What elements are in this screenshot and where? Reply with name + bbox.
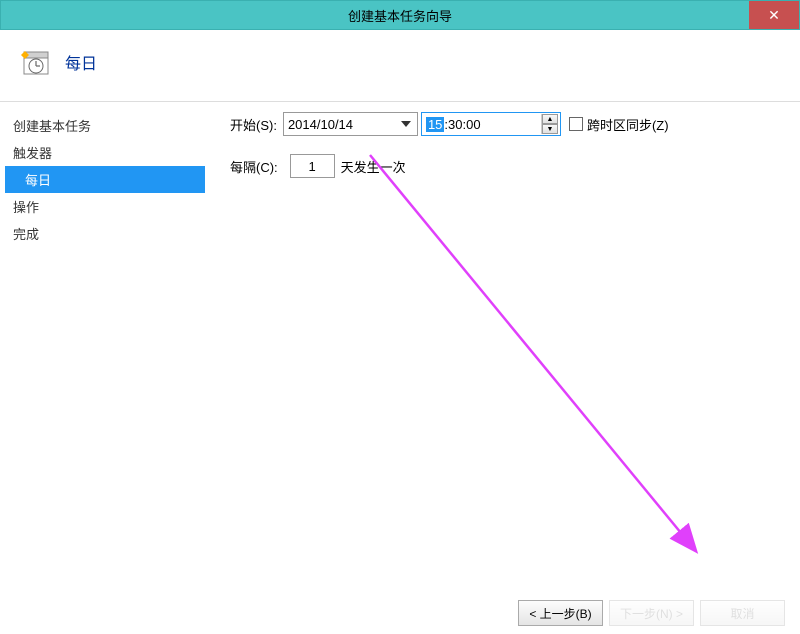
interval-row: 每隔(C): 天发生一次 [230, 154, 780, 178]
wizard-header: 每日 [0, 30, 800, 102]
close-button[interactable]: ✕ [749, 1, 799, 29]
window-title: 创建基本任务向导 [348, 6, 452, 25]
cancel-button[interactable]: 取消 [700, 600, 785, 626]
spinner-down-button[interactable]: ▼ [542, 124, 558, 134]
start-time-row: 开始(S): 2014/10/14 15:30:00 ▲ ▼ 跨时区同步(Z) [230, 112, 780, 136]
interval-label: 每隔(C): [230, 157, 278, 176]
start-label: 开始(S): [230, 115, 277, 134]
time-picker[interactable]: 15:30:00 ▲ ▼ [421, 112, 561, 136]
titlebar: 创建基本任务向导 ✕ [0, 0, 800, 30]
back-button[interactable]: < 上一步(B) [518, 600, 603, 626]
wizard-footer: < 上一步(B) 下一步(N) > 取消 [518, 600, 785, 626]
content-area: 创建基本任务 触发器 每日 操作 完成 开始(S): 2014/10/14 15… [0, 102, 800, 257]
interval-input[interactable] [290, 154, 335, 178]
wizard-sidebar: 创建基本任务 触发器 每日 操作 完成 [0, 102, 210, 257]
sidebar-item-create-task[interactable]: 创建基本任务 [5, 112, 205, 139]
sidebar-item-daily[interactable]: 每日 [5, 166, 205, 193]
date-value: 2014/10/14 [288, 117, 353, 132]
chevron-down-icon [399, 117, 413, 131]
time-spinner: ▲ ▼ [541, 114, 558, 134]
main-panel: 开始(S): 2014/10/14 15:30:00 ▲ ▼ 跨时区同步(Z) [210, 102, 800, 257]
time-value: 15:30:00 [426, 117, 481, 132]
next-button[interactable]: 下一步(N) > [609, 600, 694, 626]
sidebar-item-finish[interactable]: 完成 [5, 220, 205, 247]
timezone-label: 跨时区同步(Z) [587, 115, 669, 134]
sidebar-item-action[interactable]: 操作 [5, 193, 205, 220]
schedule-icon [20, 48, 50, 76]
page-title: 每日 [65, 50, 97, 74]
close-icon: ✕ [768, 7, 780, 24]
spinner-up-button[interactable]: ▲ [542, 114, 558, 124]
timezone-checkbox[interactable] [569, 117, 583, 131]
sidebar-item-trigger[interactable]: 触发器 [5, 139, 205, 166]
date-picker[interactable]: 2014/10/14 [283, 112, 418, 136]
timezone-sync-option: 跨时区同步(Z) [569, 115, 669, 134]
interval-suffix: 天发生一次 [341, 157, 406, 176]
